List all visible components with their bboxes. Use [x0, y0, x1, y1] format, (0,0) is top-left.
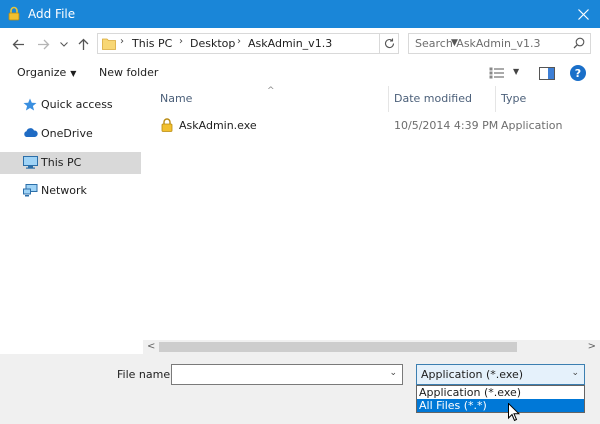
file-type: Application [501, 119, 563, 132]
close-icon[interactable] [566, 0, 600, 28]
file-type-dropdown-list: Application (*.exe) All Files (*.*) [416, 385, 585, 413]
back-arrow-icon[interactable] [10, 36, 26, 52]
address-bar[interactable]: › This PC › Desktop › AskAdmin_v1.3 ▼ [97, 33, 458, 54]
file-type-selected: Application (*.exe) [421, 368, 524, 381]
file-date: 10/5/2014 4:39 PM [394, 119, 499, 132]
breadcrumb-askadmin[interactable]: AskAdmin_v1.3 [248, 37, 332, 50]
dropdown-option-application[interactable]: Application (*.exe) [417, 386, 584, 399]
chevron-down-icon[interactable]: ⌄ [571, 368, 579, 378]
network-icon [23, 184, 38, 200]
scroll-right-icon[interactable]: > [588, 341, 596, 352]
command-toolbar: Organize ▼ New folder ▼ ? [0, 60, 600, 86]
breadcrumb-separator: › [179, 36, 183, 47]
file-name: AskAdmin.exe [179, 119, 257, 132]
column-header-date[interactable]: Date modified [394, 92, 472, 105]
breadcrumb-desktop[interactable]: Desktop [190, 37, 235, 50]
window-title: Add File [28, 7, 76, 21]
sidebar-item-quick-access[interactable]: Quick access [0, 94, 141, 116]
title-bar: Add File [0, 0, 600, 28]
folder-icon [102, 37, 116, 53]
column-header-type[interactable]: Type [501, 92, 526, 105]
sidebar-item-label: This PC [41, 156, 82, 169]
search-icon[interactable] [573, 37, 585, 52]
help-icon[interactable]: ? [570, 65, 586, 81]
preview-pane-icon[interactable] [539, 67, 555, 83]
chevron-down-icon[interactable] [59, 36, 69, 52]
refresh-icon [384, 38, 394, 49]
organize-button[interactable]: Organize ▼ [17, 66, 76, 79]
refresh-button[interactable] [380, 33, 399, 54]
organize-label: Organize [17, 66, 67, 79]
file-name-label: File name: [117, 368, 174, 381]
dropdown-option-all-files[interactable]: All Files (*.*) [417, 399, 584, 412]
new-folder-button[interactable]: New folder [99, 66, 158, 79]
scroll-left-icon[interactable]: < [147, 341, 155, 352]
star-icon [23, 98, 37, 114]
file-type-select[interactable]: Application (*.exe) ⌄ [416, 364, 585, 385]
sort-arrow-icon: ^ [267, 86, 275, 96]
up-arrow-icon[interactable] [75, 36, 91, 52]
breadcrumb-separator: › [237, 36, 241, 47]
search-input[interactable]: Search AskAdmin_v1.3 [408, 33, 591, 54]
horizontal-scrollbar[interactable]: < > [143, 340, 600, 354]
search-placeholder: Search AskAdmin_v1.3 [415, 37, 541, 50]
chevron-down-icon[interactable]: ⌄ [389, 368, 397, 378]
file-name-input[interactable]: ⌄ [171, 364, 403, 385]
view-options-icon[interactable] [489, 67, 505, 82]
sidebar-item-label: OneDrive [41, 127, 93, 140]
breadcrumb-this-pc[interactable]: This PC [132, 37, 172, 50]
address-row: › This PC › Desktop › AskAdmin_v1.3 ▼ Se… [0, 28, 600, 60]
scrollbar-thumb[interactable] [159, 342, 517, 352]
sidebar-item-label: Quick access [41, 98, 113, 111]
computer-icon [23, 156, 38, 172]
chevron-down-icon: ▼ [70, 69, 77, 78]
lock-icon [8, 6, 20, 24]
column-divider[interactable] [495, 86, 496, 112]
navigation-pane: Quick access OneDrive This PC Network [0, 86, 143, 354]
sidebar-item-network[interactable]: Network [0, 180, 141, 202]
file-list: ^ Name Date modified Type AskAdmin.exe 1… [143, 86, 600, 340]
mouse-cursor-icon [508, 402, 521, 424]
sidebar-item-label: Network [41, 184, 87, 197]
lock-app-icon [161, 118, 173, 135]
view-dropdown-icon[interactable]: ▼ [513, 67, 519, 76]
column-header-name[interactable]: Name [160, 92, 192, 105]
sidebar-item-this-pc[interactable]: This PC [0, 152, 141, 174]
forward-arrow-icon[interactable] [35, 36, 51, 52]
column-divider[interactable] [388, 86, 389, 112]
sidebar-item-onedrive[interactable]: OneDrive [0, 123, 141, 145]
table-row[interactable]: AskAdmin.exe 10/5/2014 4:39 PM Applicati… [155, 116, 595, 136]
breadcrumb-separator: › [120, 36, 124, 47]
cloud-icon [23, 127, 38, 141]
